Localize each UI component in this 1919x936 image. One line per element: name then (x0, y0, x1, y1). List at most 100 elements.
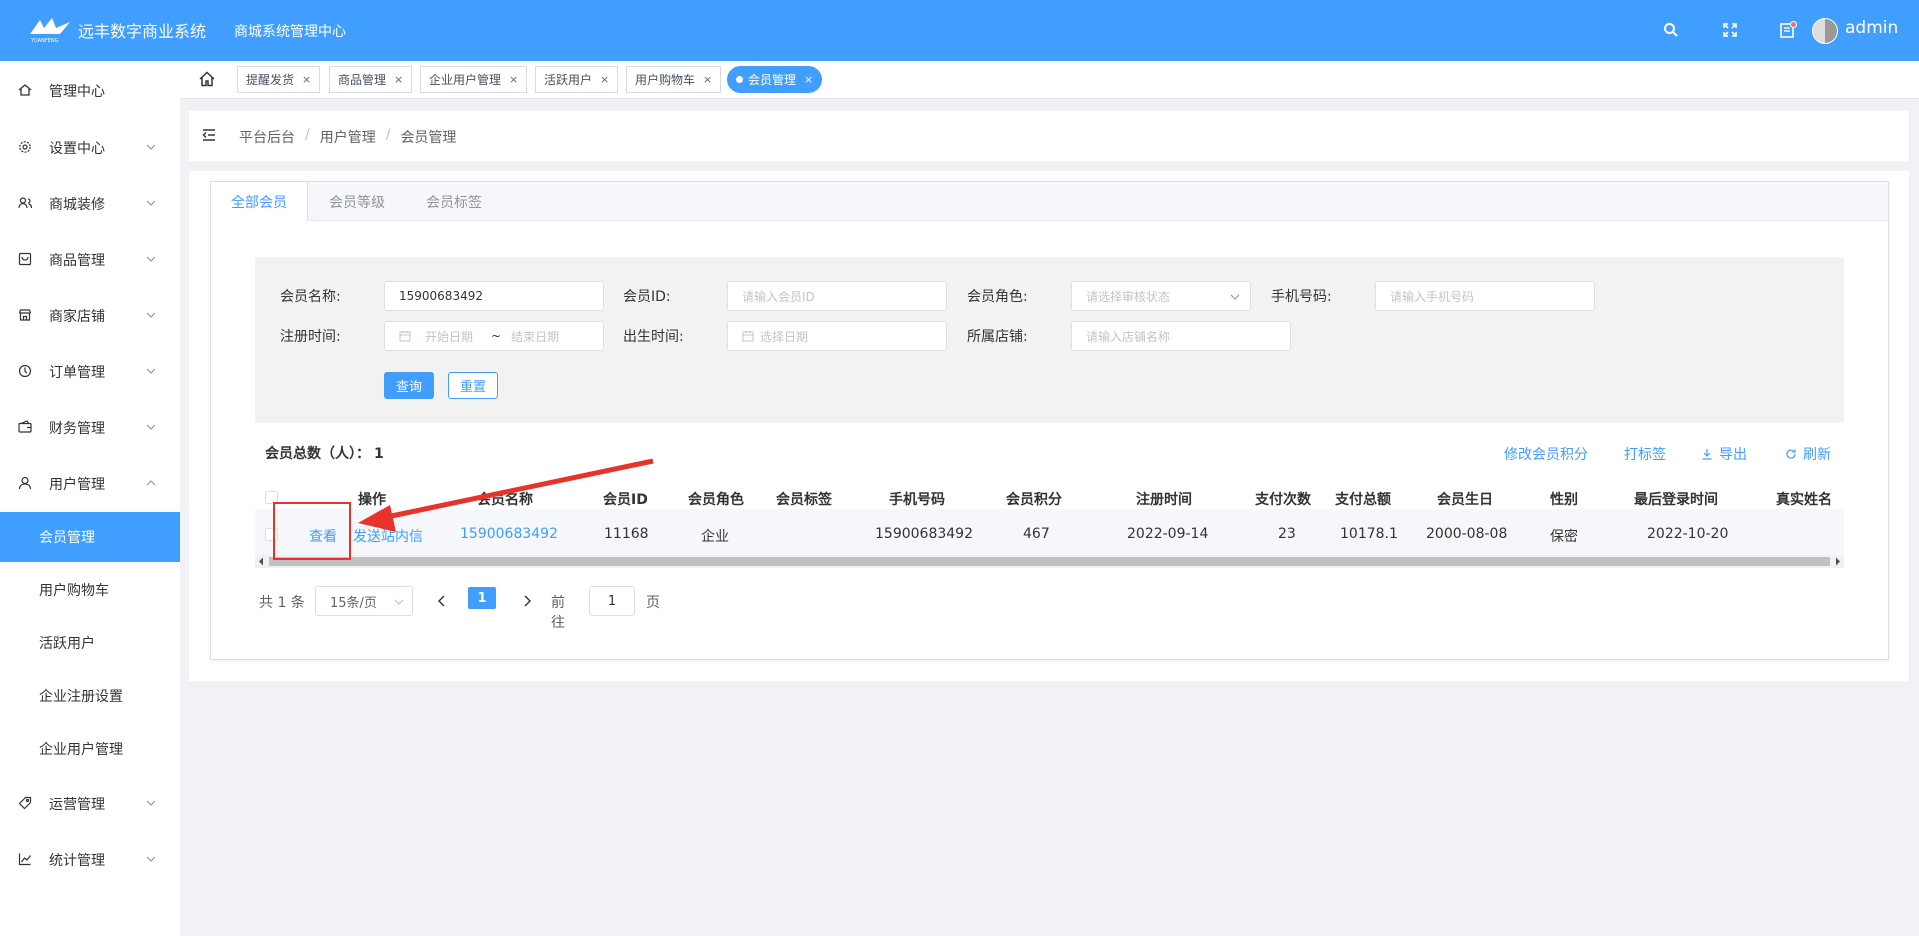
scrollbar-thumb[interactable] (269, 557, 1830, 566)
sidebar-subitem-label: 企业注册设置 (39, 689, 123, 705)
page-size-select[interactable]: 15条/页 (315, 586, 413, 616)
prev-page-icon[interactable] (437, 595, 447, 607)
tab-active-users[interactable]: 活跃用户 × (535, 66, 619, 93)
app-title: 远丰数字商业系统 (78, 22, 207, 41)
column-header: 会员名称 (477, 492, 533, 508)
tab-member-management[interactable]: 会员管理 × (727, 66, 823, 93)
member-role-select[interactable]: 请选择审核状态 (1071, 281, 1251, 311)
tab-remind-shipping[interactable]: 提醒发货 × (237, 66, 321, 93)
chevron-down-icon (146, 256, 156, 262)
sidebar-item-operations[interactable]: 运营管理 (0, 781, 180, 827)
gender-cell: 保密 (1550, 529, 1578, 545)
modify-points-link[interactable]: 修改会员积分 (1504, 444, 1588, 464)
close-icon[interactable]: × (394, 73, 403, 86)
tags-view-bar: 提醒发货 × 商品管理 × 企业用户管理 × 活跃用户 × 用户购物车 × 会员管理 × (180, 61, 1919, 99)
sidebar-item-label: 财务管理 (49, 421, 105, 437)
sidebar-item-label: 商品管理 (49, 253, 105, 269)
notification-icon[interactable] (1776, 18, 1800, 42)
sidebar-item-dashboard[interactable]: 管理中心 (0, 68, 180, 114)
page-unit: 页 (646, 595, 660, 611)
people-icon (18, 197, 32, 209)
reg-date-range[interactable]: 开始日期 ~ 结束日期 (384, 321, 604, 351)
send-message-button[interactable]: 发送站内信 (353, 526, 423, 546)
sidebar-item-label: 管理中心 (49, 84, 105, 100)
store-input[interactable]: 请输入店铺名称 (1071, 321, 1291, 351)
query-button[interactable]: 查询 (384, 372, 434, 399)
sidebar-item-orders[interactable]: 订单管理 (0, 349, 180, 395)
box-icon (18, 252, 32, 266)
sidebar-item-goods[interactable]: 商品管理 (0, 237, 180, 283)
column-header: 真实姓名 (1776, 492, 1832, 508)
avatar[interactable] (1812, 18, 1838, 44)
tag-link[interactable]: 打标签 (1624, 444, 1666, 464)
breadcrumb-item[interactable]: 平台后台 (239, 127, 295, 147)
sidebar-item-finance[interactable]: 财务管理 (0, 405, 180, 451)
close-icon[interactable]: × (509, 73, 518, 86)
member-id-input[interactable]: 请输入会员ID (727, 281, 947, 311)
top-header: YUANFENG 远丰数字商业系统 商城系统管理中心 admin (0, 0, 1919, 61)
member-total-count: 1 (374, 446, 384, 462)
chart-icon (18, 853, 31, 866)
member-table: 操作 会员名称 会员ID 会员角色 会员标签 手机号码 会员积分 注册时间 支付… (255, 467, 1844, 568)
range-separator: ~ (491, 329, 502, 343)
store-label: 所属店铺: (967, 329, 1028, 345)
member-role-placeholder: 请选择审核状态 (1086, 289, 1171, 304)
tag-icon (18, 796, 32, 810)
scroll-left-icon[interactable] (257, 557, 265, 566)
goto-page-input[interactable]: 1 (589, 586, 635, 616)
filter-form: 会员名称: 15900683492 会员ID: 请输入会员ID 会员角色: 请选… (255, 257, 1844, 423)
reset-button[interactable]: 重置 (448, 372, 498, 399)
tab-all-members[interactable]: 全部会员 (211, 182, 308, 221)
export-link[interactable]: 导出 (1701, 444, 1747, 464)
tab-member-level[interactable]: 会员等级 (309, 182, 405, 221)
birth-date-picker[interactable]: 选择日期 (727, 321, 947, 351)
column-header: 注册时间 (1136, 492, 1192, 508)
sidebar-subitem-enterprise-users[interactable]: 企业用户管理 (0, 724, 180, 774)
sidebar-item-users[interactable]: 用户管理 (0, 461, 180, 507)
tab-user-cart[interactable]: 用户购物车 × (626, 66, 722, 93)
sidebar-item-statistics[interactable]: 统计管理 (0, 837, 180, 883)
breadcrumb-bar: 平台后台 / 用户管理 / 会员管理 (189, 111, 1909, 161)
sidebar-item-decoration[interactable]: 商城装修 (0, 181, 180, 227)
next-page-icon[interactable] (522, 595, 532, 607)
pay-total-cell: 10178.1 (1340, 526, 1398, 542)
reg-start-placeholder: 开始日期 (425, 329, 474, 344)
member-name-cell[interactable]: 15900683492 (460, 526, 558, 542)
home-icon[interactable] (198, 70, 216, 88)
chevron-up-icon (146, 480, 156, 486)
refresh-link[interactable]: 刷新 (1785, 444, 1831, 464)
tab-enterprise-users[interactable]: 企业用户管理 × (420, 66, 528, 93)
search-icon[interactable] (1659, 18, 1683, 42)
column-header: 会员ID (603, 492, 648, 508)
phone-input[interactable]: 请输入手机号码 (1375, 281, 1595, 311)
username[interactable]: admin (1845, 18, 1898, 38)
close-icon[interactable]: × (804, 73, 813, 86)
fullscreen-icon[interactable] (1718, 18, 1742, 42)
scroll-right-icon[interactable] (1834, 557, 1842, 566)
sidebar-subitem-user-cart[interactable]: 用户购物车 (0, 565, 180, 615)
sidebar: 管理中心 设置中心 商城装修 商品管理 商家店铺 订单管理 财务管理 用户管理 … (0, 61, 180, 936)
tab-member-tags[interactable]: 会员标签 (406, 182, 502, 221)
column-header: 支付次数 (1255, 492, 1311, 508)
tab-goods-management[interactable]: 商品管理 × (329, 66, 413, 93)
phone-cell: 15900683492 (875, 526, 973, 542)
close-icon[interactable]: × (703, 73, 712, 86)
member-name-input[interactable]: 15900683492 (384, 281, 604, 311)
tab-label: 活跃用户 (544, 73, 593, 87)
logo: YUANFENG (30, 18, 70, 44)
sidebar-subitem-enterprise-registration[interactable]: 企业注册设置 (0, 671, 180, 721)
breadcrumb-item[interactable]: 用户管理 (320, 127, 376, 147)
menu-fold-icon[interactable] (201, 127, 217, 143)
sidebar-subitem-member-management[interactable]: 会员管理 (0, 512, 180, 562)
refresh-label: 刷新 (1803, 447, 1831, 463)
sidebar-item-stores[interactable]: 商家店铺 (0, 293, 180, 339)
close-icon[interactable]: × (302, 73, 311, 86)
sidebar-item-settings[interactable]: 设置中心 (0, 125, 180, 171)
chevron-down-icon (146, 800, 156, 806)
page-number-current[interactable]: 1 (468, 587, 496, 609)
logo-text: YUANFENG (30, 38, 59, 44)
close-icon[interactable]: × (600, 73, 609, 86)
active-dot (736, 76, 743, 83)
horizontal-scrollbar[interactable] (255, 555, 1844, 568)
sidebar-subitem-active-users[interactable]: 活跃用户 (0, 618, 180, 668)
